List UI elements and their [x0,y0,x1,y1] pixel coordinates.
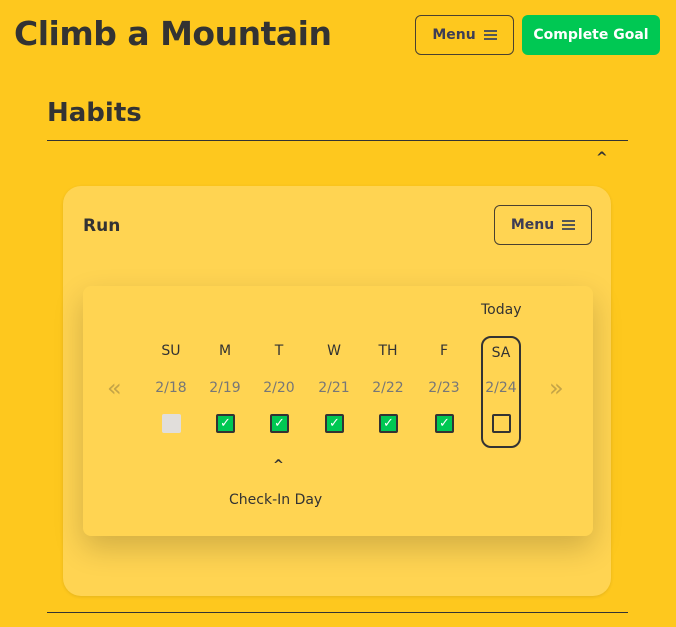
day-column: M 2/19 ✓ [205,286,245,446]
hamburger-icon [483,30,497,40]
checkbox [162,414,181,433]
checked-checkbox[interactable]: ✓ [216,414,235,433]
goal-menu-button[interactable]: Menu [415,15,514,55]
day-date: 2/20 [263,380,295,396]
checked-checkbox[interactable]: ✓ [379,414,398,433]
menu-label: Menu [432,27,476,43]
week-calendar: Today « » ^ Check-In Day SU 2/18 M 2/19 … [83,286,593,536]
complete-goal-button[interactable]: Complete Goal [522,15,660,55]
checkbox[interactable] [492,414,511,433]
day-column: SA 2/24 [481,286,521,446]
day-date: 2/19 [209,380,241,396]
checkin-caret-icon: ^ [273,458,284,473]
day-column: SU 2/18 [151,286,191,446]
day-date: 2/24 [485,380,517,396]
day-column: W 2/21 ✓ [314,286,354,446]
menu-label: Menu [510,217,555,233]
hamburger-icon [562,220,576,230]
day-name: W [327,343,341,359]
checked-checkbox[interactable]: ✓ [435,414,454,433]
prev-week-icon[interactable]: « [107,374,122,402]
day-column: F 2/23 ✓ [424,286,464,446]
day-name: T [274,343,284,359]
checked-checkbox[interactable]: ✓ [325,414,344,433]
day-name: SA [491,345,511,361]
day-date: 2/22 [372,380,404,396]
checked-checkbox[interactable]: ✓ [270,414,289,433]
day-date: 2/23 [428,380,460,396]
day-column: TH 2/22 ✓ [368,286,408,446]
divider [47,140,628,141]
day-date: 2/18 [155,380,187,396]
day-column: T 2/20 ✓ [259,286,299,446]
habit-menu-button[interactable]: Menu [494,205,592,245]
day-name: SU [161,343,181,359]
next-week-icon[interactable]: » [549,374,564,402]
collapse-icon[interactable]: ^ [596,150,608,166]
day-name: TH [378,343,398,359]
day-name: M [218,343,232,359]
habit-name: Run [83,216,121,236]
checkin-day-label: Check-In Day [229,492,323,508]
goal-title: Climb a Mountain [14,14,332,53]
habit-card: Run Menu Today « » ^ Check-In Day SU 2/1… [63,186,611,596]
divider [47,612,628,613]
day-date: 2/21 [318,380,350,396]
section-title: Habits [47,98,142,128]
day-name: F [439,343,449,359]
